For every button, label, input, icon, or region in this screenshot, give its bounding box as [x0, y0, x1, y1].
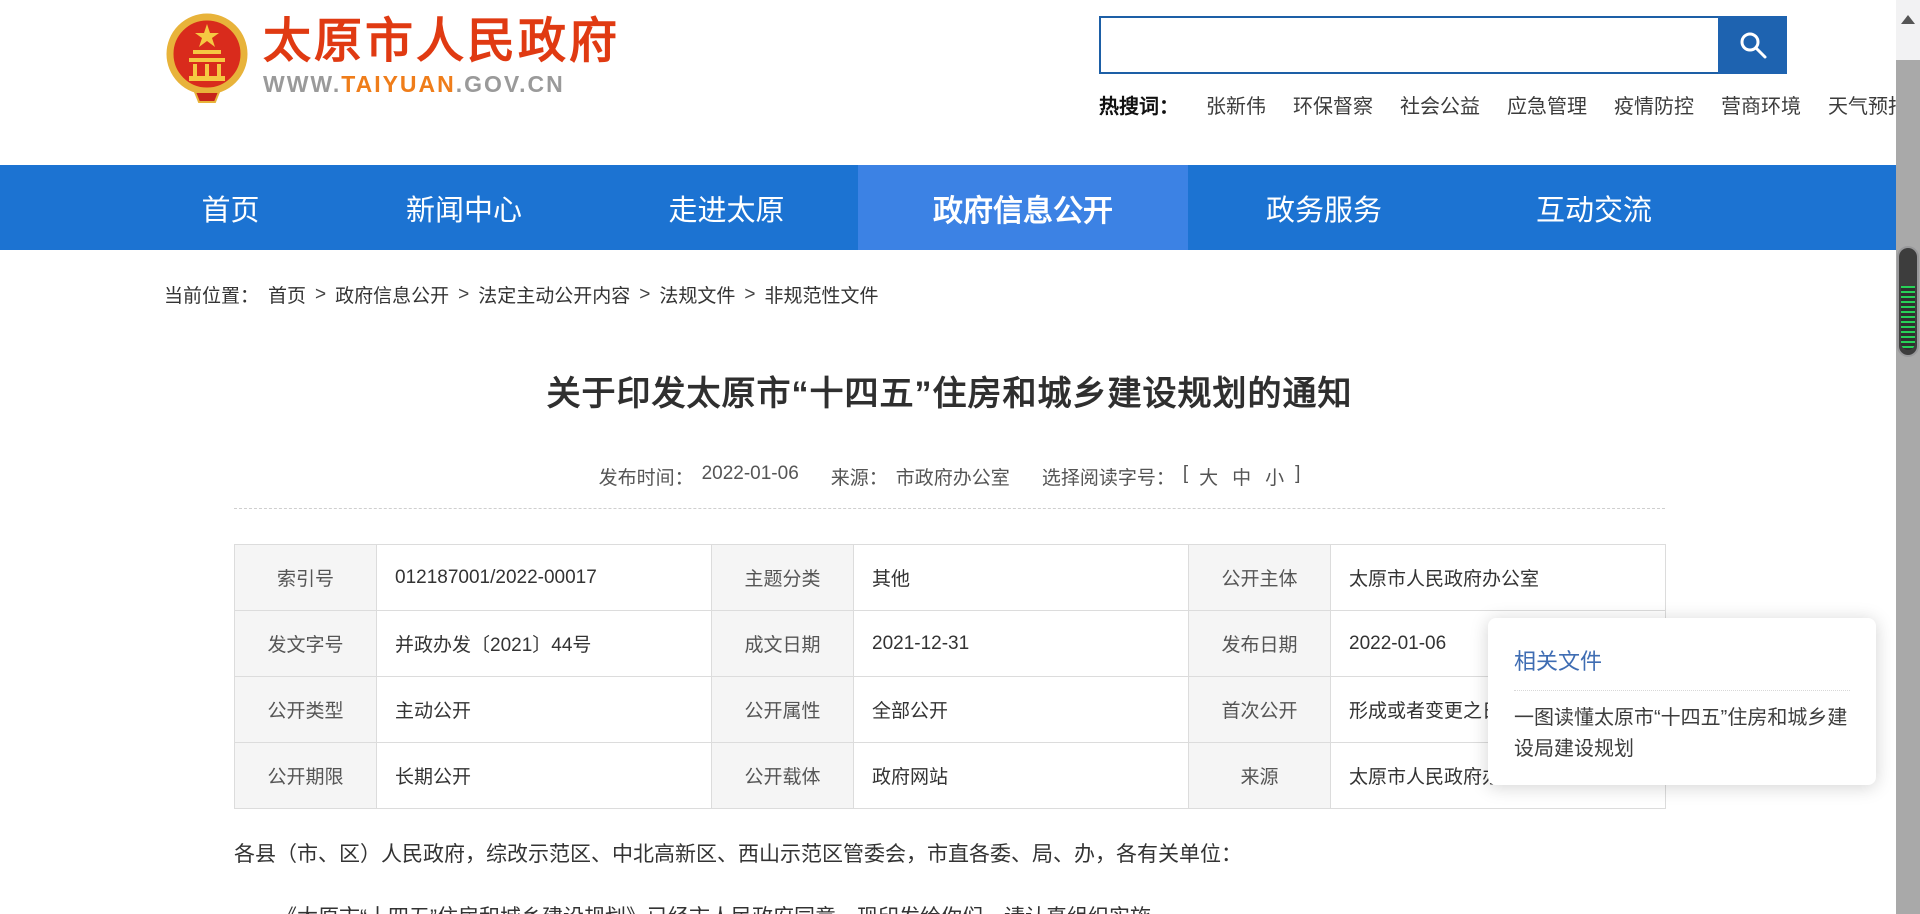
site-logo[interactable]: 太原市人民政府 WWW.TAIYUAN.GOV.CN [165, 8, 620, 104]
nav-item-gov-info-disclosure[interactable]: 政府信息公开 [858, 165, 1188, 250]
national-emblem-icon [165, 8, 249, 104]
cell-value: 政府网站 [854, 743, 1189, 809]
site-url: WWW.TAIYUAN.GOV.CN [263, 71, 620, 98]
cell-label: 公开期限 [235, 743, 377, 809]
article-meta: 发布时间： 2022-01-06 来源： 市政府办公室 选择阅读字号： [ 大 … [234, 463, 1665, 490]
page-title: 关于印发太原市“十四五”住房和城乡建设规划的通知 [234, 366, 1665, 415]
breadcrumb-separator: > [315, 284, 326, 306]
scroll-up-icon [1901, 15, 1915, 24]
cell-value: 全部公开 [854, 677, 1189, 743]
breadcrumb-item[interactable]: 非规范性文件 [765, 281, 879, 308]
hot-keyword[interactable]: 环保督察 [1293, 90, 1373, 119]
cell-label: 来源 [1189, 743, 1331, 809]
hot-keyword[interactable]: 营商环境 [1721, 90, 1801, 119]
popup-divider [1514, 690, 1850, 691]
main-nav: 首页 新闻中心 走进太原 政府信息公开 政务服务 互动交流 [0, 165, 1897, 250]
nav-item-news[interactable]: 新闻中心 [333, 165, 595, 250]
search-box [1099, 16, 1787, 74]
body-paragraph-intro: 《太原市“十四五”住房和城乡建设规划》已经市人民政府同意，现印发给你们，请认真组… [234, 901, 1665, 914]
cell-label: 发布日期 [1189, 611, 1331, 677]
related-file-link[interactable]: 一图读懂太原市“十四五”住房和城乡建设局建设规划 [1514, 703, 1850, 765]
publish-time-value: 2022-01-06 [702, 463, 799, 490]
breadcrumb-item[interactable]: 首页 [268, 281, 306, 308]
scrollbar-thumb[interactable] [1899, 248, 1917, 355]
table-row: 公开类型 主动公开 公开属性 全部公开 首次公开 形成或者变更之日 [235, 677, 1666, 743]
cell-label: 索引号 [235, 545, 377, 611]
hot-keyword[interactable]: 社会公益 [1400, 90, 1480, 119]
fontsize-medium-button[interactable]: 中 [1232, 463, 1251, 490]
hot-search-label: 热搜词： [1099, 90, 1179, 119]
search-button[interactable] [1718, 16, 1787, 74]
nav-item-interaction[interactable]: 互动交流 [1460, 165, 1728, 250]
breadcrumb-separator: > [744, 284, 755, 306]
fontsize-bracket-close: ] [1295, 463, 1300, 490]
cell-value: 主动公开 [377, 677, 712, 743]
cell-label: 公开主体 [1189, 545, 1331, 611]
cell-label: 成文日期 [712, 611, 854, 677]
document-info-table: 索引号 012187001/2022-00017 主题分类 其他 公开主体 太原… [234, 544, 1666, 809]
table-row: 发文字号 并政办发〔2021〕44号 成文日期 2021-12-31 发布日期 … [235, 611, 1666, 677]
related-files-title: 相关文件 [1514, 644, 1850, 676]
publish-time-label: 发布时间： [599, 463, 694, 490]
hot-search-row: 热搜词： 张新伟 环保督察 社会公益 应急管理 疫情防控 营商环境 天气预报 [1099, 90, 1908, 119]
related-files-popup: 相关文件 一图读懂太原市“十四五”住房和城乡建设局建设规划 [1488, 618, 1876, 785]
cell-value: 2021-12-31 [854, 611, 1189, 677]
site-name: 太原市人民政府 [263, 14, 620, 69]
fontsize-large-button[interactable]: 大 [1199, 463, 1218, 490]
search-input[interactable] [1099, 16, 1718, 74]
page: 太原市人民政府 WWW.TAIYUAN.GOV.CN 热搜词： 张新伟 环保督察… [0, 0, 1920, 914]
breadcrumb-separator: > [458, 284, 469, 306]
breadcrumb-item[interactable]: 法规文件 [659, 281, 735, 308]
source-label: 来源： [831, 463, 888, 490]
fontsize-label: 选择阅读字号： [1042, 463, 1175, 490]
hot-keyword[interactable]: 张新伟 [1206, 90, 1266, 119]
scrollbar-track[interactable] [1896, 0, 1920, 914]
nav-item-gov-services[interactable]: 政务服务 [1188, 165, 1460, 250]
cell-label: 主题分类 [712, 545, 854, 611]
source-value: 市政府办公室 [896, 463, 1010, 490]
body-paragraph-salutation: 各县（市、区）人民政府，综改示范区、中北高新区、西山示范区管委会，市直各委、局、… [234, 838, 1665, 872]
fontsize-bracket-open: [ [1183, 463, 1188, 490]
nav-item-home[interactable]: 首页 [128, 165, 333, 250]
table-row: 公开期限 长期公开 公开载体 政府网站 来源 太原市人民政府办公室 [235, 743, 1666, 809]
cell-value: 012187001/2022-00017 [377, 545, 712, 611]
breadcrumb-label: 当前位置： [164, 281, 259, 308]
breadcrumb-item[interactable]: 法定主动公开内容 [478, 281, 630, 308]
nav-item-about-taiyuan[interactable]: 走进太原 [595, 165, 858, 250]
scrollbar-thumb-stripes [1901, 286, 1915, 350]
search-icon [1738, 30, 1768, 60]
cell-label: 首次公开 [1189, 677, 1331, 743]
breadcrumb-item[interactable]: 政府信息公开 [335, 281, 449, 308]
table-row: 索引号 012187001/2022-00017 主题分类 其他 公开主体 太原… [235, 545, 1666, 611]
hot-keyword[interactable]: 应急管理 [1507, 90, 1587, 119]
cell-label: 公开类型 [235, 677, 377, 743]
cell-value: 长期公开 [377, 743, 712, 809]
breadcrumb-separator: > [639, 284, 650, 306]
fontsize-small-button[interactable]: 小 [1265, 463, 1284, 490]
cell-value: 并政办发〔2021〕44号 [377, 611, 712, 677]
breadcrumb: 当前位置： 首页 > 政府信息公开 > 法定主动公开内容 > 法规文件 > 非规… [164, 281, 879, 308]
cell-value: 太原市人民政府办公室 [1331, 545, 1666, 611]
cell-label: 公开载体 [712, 743, 854, 809]
cell-value: 其他 [854, 545, 1189, 611]
scrollbar-up-button[interactable] [1896, 0, 1920, 60]
hot-keyword[interactable]: 疫情防控 [1614, 90, 1694, 119]
dashed-divider [234, 508, 1665, 509]
cell-label: 发文字号 [235, 611, 377, 677]
cell-label: 公开属性 [712, 677, 854, 743]
